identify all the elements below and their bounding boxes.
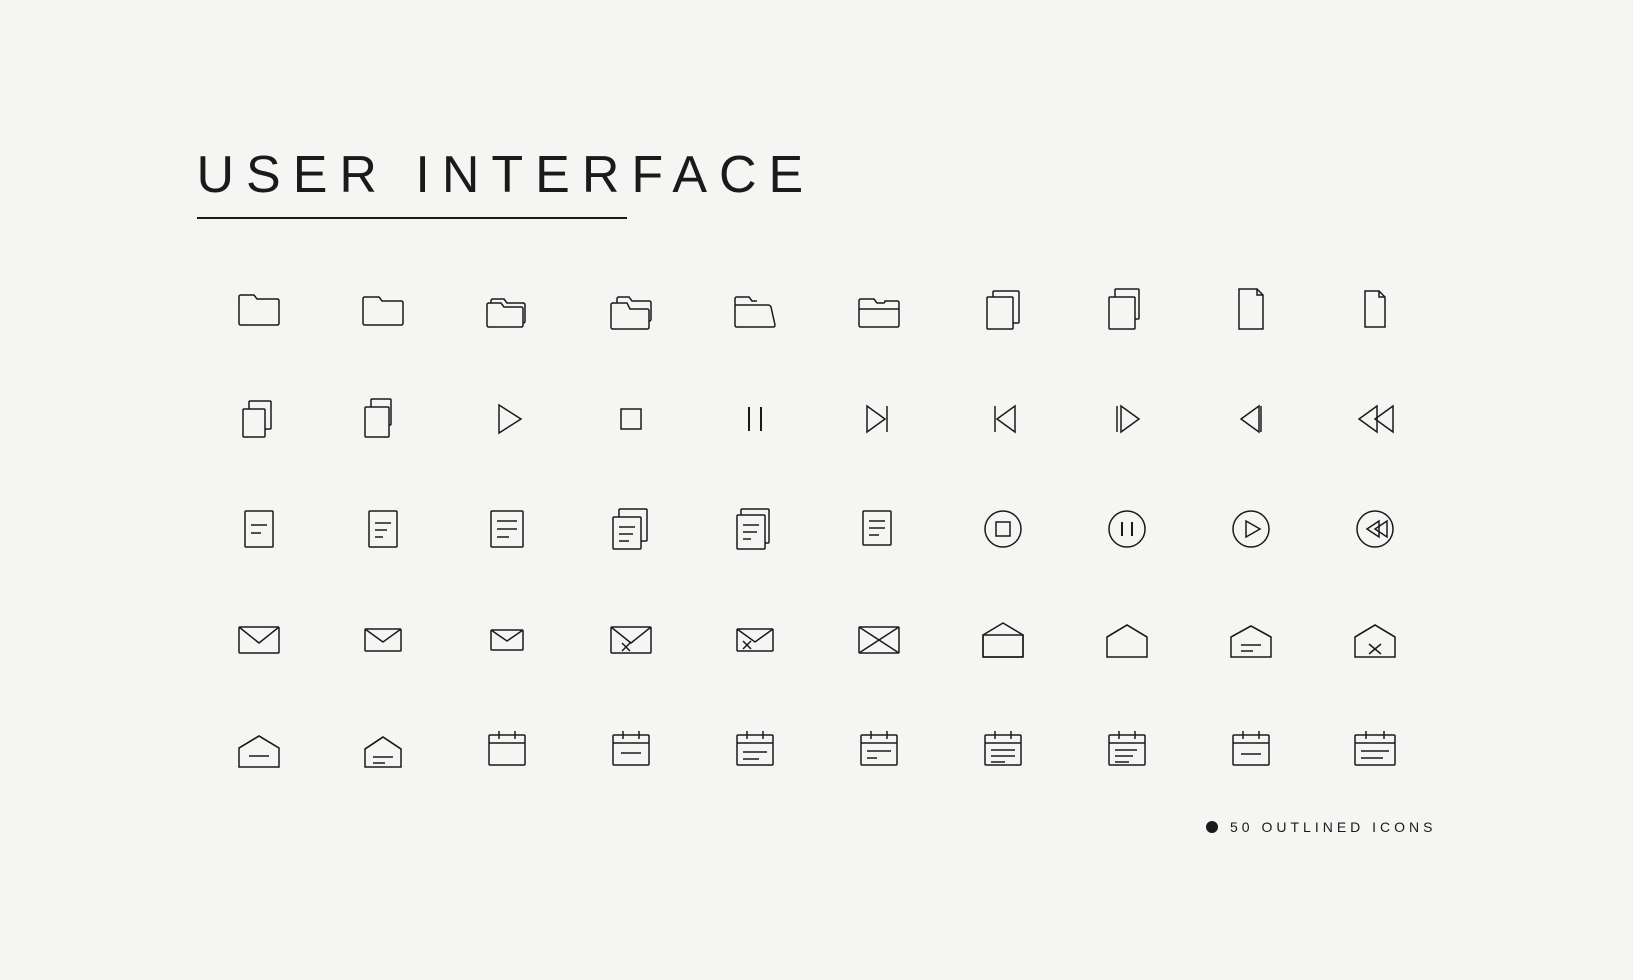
footer-dot (1206, 821, 1218, 833)
mail-open-3-icon (1189, 599, 1313, 679)
doc-list-1-icon (445, 489, 569, 569)
copy-1-icon (941, 269, 1065, 349)
fast-rewind-icon (1313, 379, 1437, 459)
copy-2-icon (1065, 269, 1189, 349)
doc-minus-2-icon (321, 489, 445, 569)
title-section: USER INTERFACE (197, 145, 1437, 219)
calendar-5-icon (941, 709, 1065, 789)
stop-icon (569, 379, 693, 459)
doc-list-4-icon (817, 489, 941, 569)
file-2-icon (1313, 269, 1437, 349)
title-underline (197, 217, 627, 219)
rewind-circle-icon (1313, 489, 1437, 569)
stop-circle-icon (941, 489, 1065, 569)
footer: 50 OUTLINED ICONS (197, 819, 1437, 835)
mail-1-icon (197, 599, 321, 679)
next-icon (817, 379, 941, 459)
mail-open-x-icon (1313, 599, 1437, 679)
footer-text: 50 OUTLINED ICONS (1230, 819, 1436, 835)
icon-grid (197, 269, 1437, 789)
prev-icon (941, 379, 1065, 459)
mail-open-5-icon (321, 709, 445, 789)
folder-open-2-icon (817, 269, 941, 349)
mail-x-1-icon (569, 599, 693, 679)
mail-2-icon (321, 599, 445, 679)
calendar-4-icon (817, 709, 941, 789)
mail-3-icon (445, 599, 569, 679)
calendar-7-icon (1189, 709, 1313, 789)
forward-icon (1065, 379, 1189, 459)
calendar-8-icon (1313, 709, 1437, 789)
mail-x-3-icon (817, 599, 941, 679)
mail-open-2-icon (1065, 599, 1189, 679)
calendar-1-icon (445, 709, 569, 789)
main-container: USER INTERFACE (117, 85, 1517, 895)
doc-list-3-icon (693, 489, 817, 569)
play-circle-icon (1189, 489, 1313, 569)
folder-multiple-2-icon (569, 269, 693, 349)
files-2-icon (321, 379, 445, 459)
play-icon (445, 379, 569, 459)
folder-open-1-icon (693, 269, 817, 349)
pause-circle-icon (1065, 489, 1189, 569)
mail-x-2-icon (693, 599, 817, 679)
calendar-2-icon (569, 709, 693, 789)
doc-minus-1-icon (197, 489, 321, 569)
folder-multiple-1-icon (445, 269, 569, 349)
folder-1-icon (197, 269, 321, 349)
calendar-3-icon (693, 709, 817, 789)
mail-open-1-icon (941, 599, 1065, 679)
calendar-6-icon (1065, 709, 1189, 789)
mail-open-4-icon (197, 709, 321, 789)
folder-2-icon (321, 269, 445, 349)
doc-list-2-icon (569, 489, 693, 569)
page-title: USER INTERFACE (197, 145, 1437, 205)
rewind-icon (1189, 379, 1313, 459)
pause-icon (693, 379, 817, 459)
files-1-icon (197, 379, 321, 459)
file-1-icon (1189, 269, 1313, 349)
